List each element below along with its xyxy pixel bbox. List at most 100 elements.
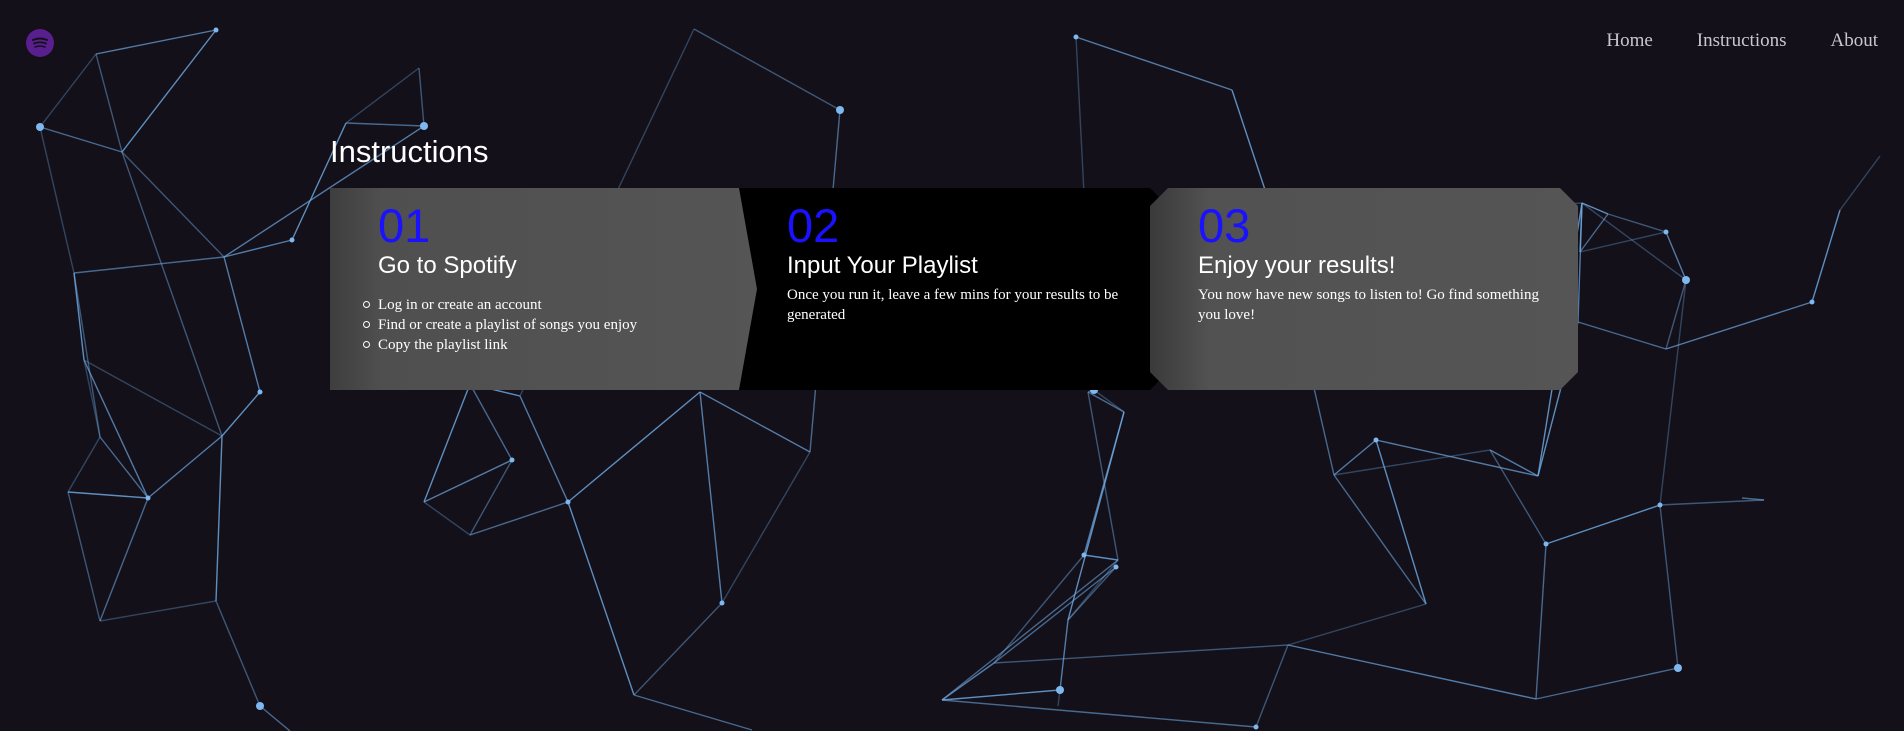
network-line bbox=[993, 644, 1289, 664]
network-node bbox=[1663, 229, 1669, 235]
network-node bbox=[1543, 541, 1549, 547]
network-node bbox=[509, 457, 515, 463]
instruction-card-3: 03 Enjoy your results! You now have new … bbox=[1150, 188, 1578, 390]
nav-instructions-link[interactable]: Instructions bbox=[1697, 30, 1787, 52]
network-line bbox=[721, 451, 811, 604]
network-line bbox=[469, 459, 513, 536]
card-number: 02 bbox=[787, 199, 840, 252]
network-line bbox=[1545, 504, 1661, 545]
list-item: Find or create a playlist of songs you e… bbox=[378, 315, 727, 335]
instruction-card-2: 02 Input Your Playlist Once you run it, … bbox=[739, 188, 1168, 390]
instruction-cards: 01 Go to Spotify Log in or create an acc… bbox=[330, 188, 1578, 390]
card-title: Input Your Playlist bbox=[787, 252, 978, 279]
network-node bbox=[289, 237, 295, 243]
network-node bbox=[213, 27, 219, 33]
network-node bbox=[1809, 299, 1815, 305]
network-line bbox=[941, 559, 1119, 701]
network-line bbox=[147, 435, 223, 499]
top-nav: Home Instructions About bbox=[1606, 30, 1878, 52]
network-line bbox=[1839, 155, 1881, 211]
network-line bbox=[221, 391, 261, 437]
network-node bbox=[836, 106, 844, 114]
network-line bbox=[469, 383, 513, 461]
network-line bbox=[39, 126, 123, 153]
network-line bbox=[1741, 497, 1765, 501]
network-line bbox=[121, 29, 217, 153]
card-number: 03 bbox=[1198, 199, 1251, 252]
network-node bbox=[145, 495, 151, 501]
network-node bbox=[1113, 564, 1119, 570]
network-line bbox=[1489, 449, 1547, 545]
network-line bbox=[39, 53, 97, 128]
network-line bbox=[1087, 391, 1125, 413]
network-node bbox=[257, 389, 263, 395]
network-line bbox=[633, 602, 723, 696]
card-title: Enjoy your results! bbox=[1198, 252, 1396, 279]
network-node bbox=[1657, 502, 1663, 508]
network-node bbox=[1073, 34, 1079, 40]
network-line bbox=[121, 151, 225, 258]
network-line bbox=[1075, 36, 1233, 91]
network-line bbox=[223, 239, 293, 258]
network-line bbox=[423, 383, 471, 503]
network-node bbox=[256, 702, 264, 710]
network-line bbox=[215, 600, 261, 707]
network-node bbox=[719, 600, 725, 606]
network-line bbox=[1087, 391, 1119, 561]
network-line bbox=[693, 28, 841, 111]
network-node bbox=[1674, 664, 1682, 672]
network-line bbox=[1665, 301, 1813, 350]
network-node bbox=[420, 122, 428, 130]
network-line bbox=[1659, 504, 1679, 669]
network-line bbox=[1659, 279, 1687, 506]
network-line bbox=[941, 699, 1257, 728]
network-line bbox=[259, 705, 291, 731]
nav-about-link[interactable]: About bbox=[1831, 30, 1879, 52]
card-title: Go to Spotify bbox=[378, 252, 517, 279]
network-line bbox=[418, 67, 425, 127]
nav-home-link[interactable]: Home bbox=[1606, 30, 1652, 52]
card-body: You now have new songs to listen to! Go … bbox=[1198, 287, 1539, 324]
network-line bbox=[469, 501, 569, 536]
network-line bbox=[1375, 439, 1539, 477]
network-line bbox=[699, 391, 811, 453]
list-item: Log in or create an account bbox=[378, 295, 727, 315]
network-line bbox=[215, 435, 223, 602]
network-line bbox=[99, 497, 149, 622]
network-line bbox=[39, 126, 75, 274]
spotify-logo-icon[interactable] bbox=[26, 29, 54, 57]
network-line bbox=[345, 122, 425, 127]
network-node bbox=[1682, 276, 1690, 284]
network-line bbox=[73, 272, 101, 438]
instruction-card-1: 01 Go to Spotify Log in or create an acc… bbox=[330, 188, 757, 390]
network-line bbox=[73, 256, 225, 274]
network-line bbox=[99, 600, 217, 622]
card-number: 01 bbox=[378, 199, 431, 252]
network-line bbox=[95, 29, 217, 55]
steps-list: Log in or create an account Find or crea… bbox=[378, 295, 727, 355]
network-line bbox=[1287, 603, 1427, 646]
network-line bbox=[1333, 474, 1427, 605]
network-line bbox=[567, 391, 701, 503]
list-item: Copy the playlist link bbox=[378, 335, 727, 355]
network-line bbox=[1093, 389, 1125, 413]
network-line bbox=[1535, 667, 1679, 700]
network-line bbox=[633, 694, 753, 731]
network-line bbox=[67, 436, 101, 493]
network-line bbox=[1577, 321, 1667, 350]
network-node bbox=[1081, 552, 1087, 558]
network-line bbox=[699, 391, 723, 604]
network-line bbox=[941, 689, 1061, 701]
network-node bbox=[1056, 686, 1064, 694]
network-line bbox=[67, 491, 101, 622]
network-node bbox=[565, 499, 571, 505]
network-node bbox=[36, 123, 44, 131]
network-line bbox=[95, 53, 123, 153]
network-line bbox=[345, 67, 420, 124]
section-title: Instructions bbox=[330, 134, 489, 169]
network-line bbox=[993, 566, 1117, 664]
network-line bbox=[1535, 543, 1547, 700]
network-line bbox=[1665, 279, 1687, 350]
card-body: Once you run it, leave a few mins for yo… bbox=[787, 287, 1119, 324]
network-line bbox=[1255, 644, 1289, 728]
